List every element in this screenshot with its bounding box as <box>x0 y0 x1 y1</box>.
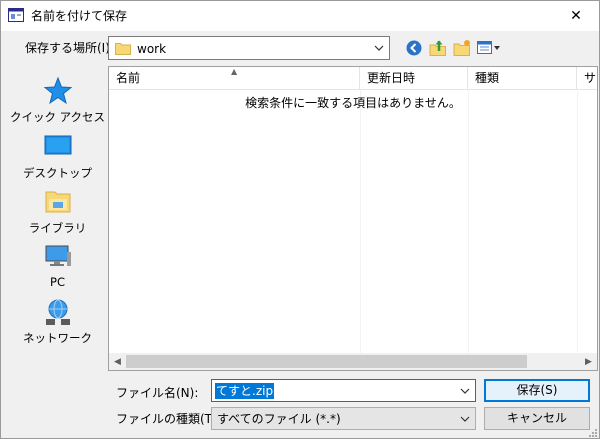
chevron-down-icon[interactable] <box>459 412 471 426</box>
place-library[interactable]: ライブラリ <box>10 186 105 238</box>
filename-input[interactable]: てすと.zip <box>211 379 476 402</box>
filetype-label: ファイルの種類(T): <box>116 412 221 426</box>
empty-message: 検索条件に一致する項目はありません。 <box>245 96 461 110</box>
column-divider <box>468 90 469 356</box>
places-bar: クイック アクセス デスクトップ ライブラリ PC ネットワーク <box>10 67 105 371</box>
place-label: デスクトップ <box>23 166 92 180</box>
place-label: PC <box>50 275 65 289</box>
filetype-select[interactable]: すべてのファイル (*.*) <box>211 407 476 430</box>
up-folder-icon[interactable] <box>428 39 448 57</box>
desktop-icon <box>42 131 74 163</box>
network-icon <box>42 296 74 328</box>
location-label: 保存する場所(I): <box>25 41 114 55</box>
folder-icon <box>115 41 131 55</box>
dialog-icon <box>8 8 24 22</box>
save-as-dialog: 名前を付けて保存 ✕ 保存する場所(I): work クイック アクセス デスク… <box>0 0 600 439</box>
close-icon: ✕ <box>570 8 582 24</box>
column-header-row: 名前 ▲ 更新日時 種類 サ <box>109 67 597 90</box>
place-network[interactable]: ネットワーク <box>10 296 105 348</box>
computer-icon <box>42 241 74 273</box>
close-button[interactable]: ✕ <box>553 1 599 31</box>
scroll-left-icon[interactable]: ◀ <box>109 353 126 370</box>
save-button[interactable]: 保存(S) <box>484 379 590 402</box>
library-icon <box>42 186 74 218</box>
sort-ascending-icon: ▲ <box>231 67 238 76</box>
chevron-down-icon[interactable] <box>459 384 471 398</box>
resize-grip-icon[interactable] <box>587 426 597 437</box>
filename-value: てすと.zip <box>215 383 275 399</box>
cancel-button[interactable]: キャンセル <box>484 407 590 430</box>
navigation-toolbar <box>404 38 502 58</box>
place-label: ライブラリ <box>28 221 87 235</box>
dialog-title: 名前を付けて保存 <box>31 9 128 23</box>
scrollbar-thumb[interactable] <box>126 355 527 368</box>
horizontal-scrollbar[interactable]: ◀ ▶ <box>109 353 597 370</box>
column-divider <box>577 90 578 356</box>
chevron-down-icon[interactable] <box>373 41 385 55</box>
title-bar[interactable]: 名前を付けて保存 ✕ <box>1 1 599 31</box>
view-menu-icon[interactable] <box>476 39 502 57</box>
column-header-size[interactable]: サ <box>577 67 597 90</box>
file-list[interactable]: 名前 ▲ 更新日時 種類 サ 検索条件に一致する項目はありません。 ◀ ▶ <box>108 66 598 371</box>
place-label: ネットワーク <box>23 331 92 345</box>
filename-label: ファイル名(N): <box>116 386 199 400</box>
new-folder-icon[interactable] <box>452 39 472 57</box>
location-combobox[interactable]: work <box>108 36 390 60</box>
column-divider <box>360 90 361 356</box>
filetype-value: すべてのファイル (*.*) <box>217 412 341 426</box>
column-header-date[interactable]: 更新日時 <box>360 67 468 90</box>
location-value: work <box>137 42 167 56</box>
place-quick-access[interactable]: クイック アクセス <box>10 75 105 127</box>
back-icon[interactable] <box>404 39 424 57</box>
place-desktop[interactable]: デスクトップ <box>10 131 105 183</box>
place-pc[interactable]: PC <box>10 241 105 293</box>
scroll-right-icon[interactable]: ▶ <box>580 353 597 370</box>
place-label: クイック アクセス <box>9 110 106 124</box>
column-header-type[interactable]: 種類 <box>468 67 577 90</box>
star-icon <box>42 75 74 107</box>
